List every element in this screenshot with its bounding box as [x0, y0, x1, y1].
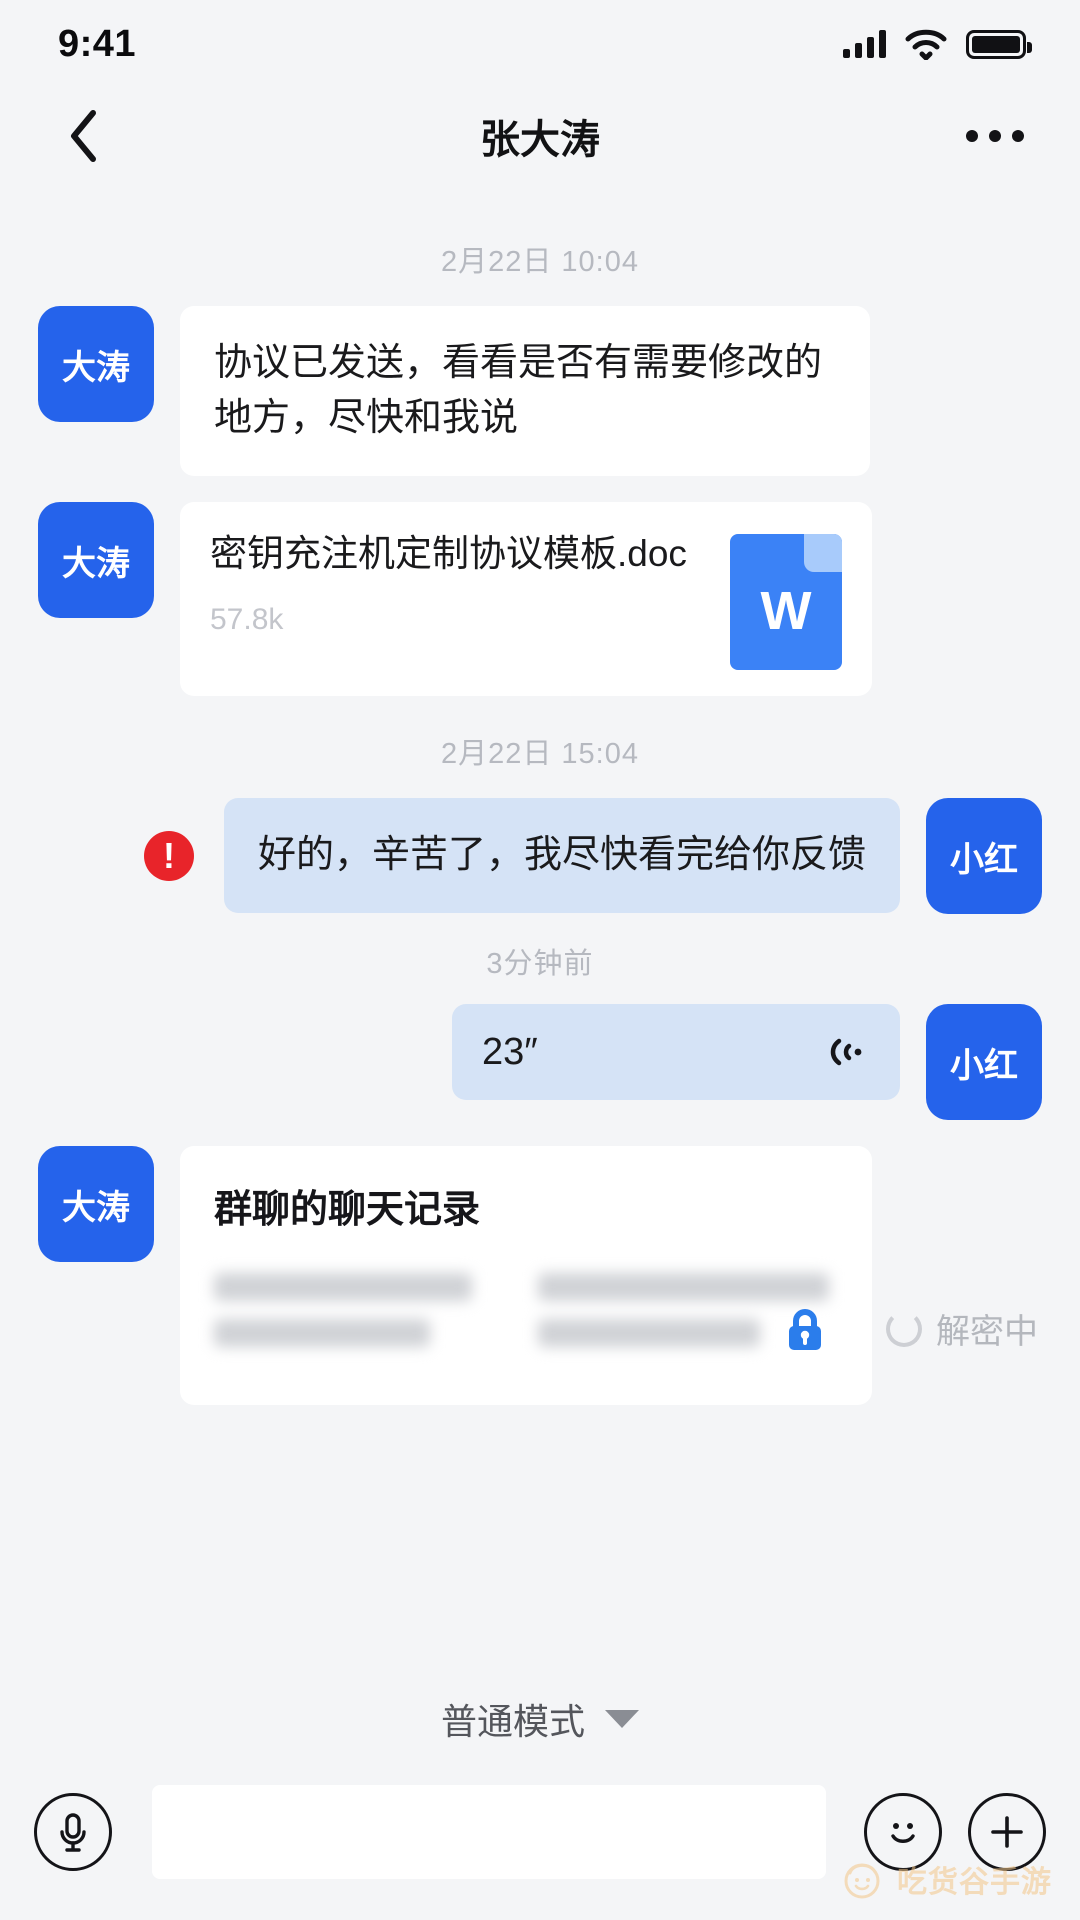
send-failed-badge[interactable]: ! — [143, 831, 194, 882]
back-button[interactable] — [56, 108, 112, 164]
mode-label: 普通模式 — [440, 1701, 585, 1742]
decrypt-status-label: 解密中 — [936, 1313, 1038, 1352]
file-message-card[interactable]: 密钥充注机定制协议模板.doc 57.8k W — [180, 502, 872, 697]
file-icon-letter: W — [760, 581, 812, 642]
file-size: 57.8k — [210, 602, 284, 636]
message-timestamp: 3分钟前 — [486, 948, 594, 981]
message-row-voice: 23″ 小红 — [0, 1004, 1080, 1121]
chat-record-title: 群聊的聊天记录 — [214, 1189, 481, 1232]
voice-message-bubble[interactable]: 23″ — [452, 1004, 900, 1101]
battery-full-icon — [966, 29, 1032, 59]
voice-duration: 23″ — [482, 1030, 538, 1073]
message-bubble[interactable]: 好的，辛苦了，我尽快看完给你反馈 — [223, 798, 900, 914]
word-document-icon: W — [730, 534, 842, 671]
avatar[interactable]: 小红 — [926, 1004, 1042, 1121]
message-list[interactable]: 2月22日 10:04 大涛 协议已发送，看看是否有需要修改的地方，尽快和我说 … — [0, 184, 1080, 1664]
watermark: 吃货谷手游 — [839, 1856, 1052, 1902]
chevron-left-icon — [71, 110, 96, 162]
microphone-icon — [60, 1813, 86, 1852]
message-row-file: 大涛 密钥充注机定制协议模板.doc 57.8k W — [0, 502, 1080, 697]
signal-bars-icon — [843, 30, 886, 58]
mode-selector[interactable]: 普通模式 — [0, 1676, 1080, 1762]
decrypt-status: 解密中 — [886, 1304, 1038, 1405]
loading-spinner-icon — [886, 1310, 922, 1347]
avatar[interactable]: 大涛 — [38, 502, 154, 619]
message-timestamp: 2月22日 10:04 — [440, 246, 639, 278]
message-input-field[interactable] — [152, 1785, 826, 1879]
page-title: 张大涛 — [480, 118, 600, 162]
more-options-icon — [989, 130, 1001, 142]
message-bubble[interactable]: 协议已发送，看看是否有需要修改的地方，尽快和我说 — [180, 306, 870, 477]
chevron-down-icon — [605, 1710, 639, 1728]
message-timestamp: 2月22日 15:04 — [440, 738, 639, 771]
chat-record-card[interactable]: 群聊的聊天记录 — [180, 1146, 872, 1406]
smiley-icon — [891, 1823, 915, 1843]
status-bar: 9:41 — [0, 0, 1080, 88]
voice-record-button[interactable] — [34, 1793, 112, 1871]
sound-wave-icon — [830, 1038, 862, 1066]
more-options-icon — [966, 130, 978, 142]
file-name: 密钥充注机定制协议模板.doc — [210, 533, 687, 575]
status-time: 9:41 — [58, 22, 137, 65]
status-icons — [843, 28, 1032, 60]
plus-icon — [991, 1816, 1023, 1848]
message-row-outgoing-text: ! 好的，辛苦了，我尽快看完给你反馈 小红 — [0, 798, 1080, 915]
avatar[interactable]: 小红 — [926, 798, 1042, 915]
chat-record-blurred-content — [214, 1273, 838, 1365]
face-logo-icon — [844, 1863, 880, 1899]
message-row-chat-record: 大涛 群聊的聊天记录 解密中 — [0, 1146, 1080, 1406]
lock-icon — [789, 1309, 821, 1351]
message-row-incoming-text: 大涛 协议已发送，看看是否有需要修改的地方，尽快和我说 — [0, 306, 1080, 477]
more-options-icon — [1012, 130, 1024, 142]
more-options-button[interactable] — [966, 130, 1024, 142]
chat-screen: 9:41 张大涛 2月22日 10:04 大涛 协议已发送，看看是否有需要修改的… — [0, 0, 1080, 1920]
nav-header: 张大涛 — [0, 88, 1080, 184]
avatar[interactable]: 大涛 — [38, 1146, 154, 1263]
file-meta: 密钥充注机定制协议模板.doc 57.8k — [210, 528, 712, 637]
wifi-icon — [905, 29, 947, 60]
avatar[interactable]: 大涛 — [38, 306, 154, 422]
watermark-text: 吃货谷手游 — [897, 1866, 1052, 1899]
